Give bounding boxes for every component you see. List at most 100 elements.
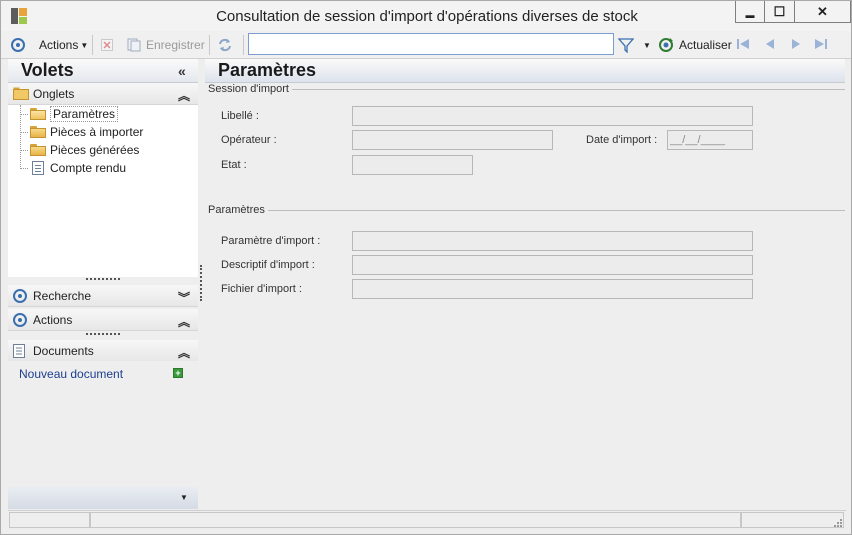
- tree-connector: [20, 168, 28, 169]
- tree-item-pieces-a-importer[interactable]: Pièces à importer: [30, 124, 143, 140]
- documents-label: Documents: [33, 344, 94, 358]
- status-cell: [9, 512, 90, 528]
- minimize-icon: ▬: [745, 9, 755, 20]
- operateur-field[interactable]: [352, 130, 553, 150]
- volets-title: Volets: [21, 60, 74, 80]
- onglets-section-header[interactable]: Onglets ︽: [8, 83, 198, 105]
- fichier-import-label: Fichier d'import :: [221, 283, 302, 295]
- save-label: Enregistrer: [146, 38, 205, 52]
- actions-label: Actions: [33, 313, 73, 327]
- title-bar: Consultation de session d'import d'opéra…: [1, 1, 851, 31]
- application-window: Consultation de session d'import d'opéra…: [0, 0, 852, 535]
- document-icon: [32, 161, 44, 175]
- etat-field[interactable]: [352, 155, 473, 175]
- delete-icon: [101, 39, 113, 51]
- target-icon: [11, 38, 25, 52]
- tree-item-pieces-generees[interactable]: Pièces générées: [30, 142, 139, 158]
- first-record-icon[interactable]: [736, 37, 750, 51]
- tree-connector: [20, 114, 28, 115]
- filter-button[interactable]: [618, 35, 634, 55]
- folder-icon: [13, 87, 29, 100]
- descriptif-import-label: Descriptif d'import :: [221, 259, 315, 271]
- actions-menu-label: Actions: [39, 38, 79, 52]
- caret-down-icon[interactable]: ▼: [180, 493, 188, 502]
- target-icon: [13, 313, 27, 327]
- window-controls: ▬ ☐ ✕: [735, 1, 851, 23]
- last-record-icon[interactable]: [814, 37, 828, 51]
- caret-down-icon: ▼: [643, 40, 651, 50]
- fichier-import-field[interactable]: [352, 279, 753, 299]
- tree-item-label: Compte rendu: [50, 161, 127, 175]
- params-group-title: Paramètres: [208, 204, 268, 216]
- target-icon: [13, 289, 27, 303]
- actions-section-header[interactable]: Actions ︽: [8, 309, 198, 331]
- status-bar: [8, 510, 846, 528]
- new-document-link[interactable]: Nouveau document: [19, 367, 123, 381]
- toolbar-separator: [209, 35, 210, 55]
- documents-section-header[interactable]: Documents ︽: [8, 340, 198, 362]
- close-icon: ✕: [817, 3, 828, 19]
- libelle-label: Libellé :: [221, 110, 259, 122]
- maximize-button[interactable]: ☐: [765, 1, 795, 23]
- status-cell: [741, 512, 844, 528]
- filter-dropdown-button[interactable]: ▼: [643, 35, 651, 55]
- descriptif-import-field[interactable]: [352, 255, 753, 275]
- folder-icon: [30, 126, 46, 138]
- panel-splitter[interactable]: [200, 265, 202, 301]
- recherche-section-header[interactable]: Recherche ︾: [8, 285, 198, 307]
- main-header: Paramètres: [205, 59, 845, 83]
- volets-panel: Volets « Onglets ︽ Paramètres Pièces à i…: [8, 59, 198, 511]
- group-divider: [208, 89, 845, 90]
- toolbar-separator: [92, 35, 93, 55]
- etat-label: Etat :: [221, 159, 247, 171]
- delete-button[interactable]: [101, 35, 113, 55]
- date-import-field[interactable]: __/__/____: [667, 130, 753, 150]
- tree-item-compte-rendu[interactable]: Compte rendu: [30, 160, 126, 176]
- collapse-panel-icon[interactable]: «: [178, 63, 186, 79]
- panel-overflow-strip: ▼: [8, 487, 198, 509]
- sync-icon: [219, 38, 231, 52]
- actualiser-button[interactable]: Actualiser: [658, 35, 732, 55]
- onglets-label: Onglets: [33, 87, 75, 101]
- close-button[interactable]: ✕: [795, 1, 851, 23]
- tree-connector: [20, 132, 28, 133]
- collapse-chevron-up-icon[interactable]: ︽: [178, 344, 190, 361]
- tree-item-label: Pièces générées: [50, 143, 140, 157]
- collapse-chevron-up-icon[interactable]: ︽: [178, 313, 190, 330]
- next-record-icon[interactable]: [789, 37, 803, 51]
- document-icon: [13, 344, 25, 358]
- actualiser-label: Actualiser: [679, 38, 732, 52]
- previous-record-icon[interactable]: [763, 37, 777, 51]
- maximize-icon: ☐: [773, 3, 786, 19]
- libelle-field[interactable]: [352, 106, 753, 126]
- caret-down-icon: ▼: [80, 40, 89, 50]
- filter-icon: [618, 38, 634, 53]
- main-content: Paramètres Session d'import Libellé : Op…: [205, 59, 845, 509]
- open-folder-icon: [30, 108, 46, 120]
- add-icon[interactable]: +: [173, 368, 183, 378]
- minimize-button[interactable]: ▬: [735, 1, 765, 23]
- save-button[interactable]: Enregistrer: [127, 35, 205, 55]
- resize-grip[interactable]: [86, 333, 120, 335]
- target-icon-button[interactable]: [11, 35, 25, 55]
- date-import-label: Date d'import :: [586, 134, 658, 146]
- tree-connector: [20, 150, 28, 151]
- toolbar-separator: [243, 35, 244, 55]
- resize-grip-icon[interactable]: [832, 517, 842, 527]
- recherche-label: Recherche: [33, 289, 92, 303]
- search-input[interactable]: [248, 33, 614, 55]
- collapse-chevron-up-icon[interactable]: ︽: [178, 87, 190, 104]
- refresh-small-button[interactable]: [217, 35, 233, 55]
- session-group-title: Session d'import: [208, 83, 292, 95]
- group-divider: [208, 210, 845, 211]
- parametre-import-field[interactable]: [352, 231, 753, 251]
- expand-chevron-down-icon[interactable]: ︾: [178, 289, 190, 306]
- tree-item-label: Pièces à importer: [50, 125, 144, 139]
- resize-grip[interactable]: [86, 278, 120, 280]
- documents-area: Nouveau document +: [8, 361, 198, 483]
- volets-header: Volets «: [8, 59, 198, 83]
- tree-item-parametres[interactable]: Paramètres: [30, 106, 119, 122]
- page-title: Paramètres: [218, 60, 317, 80]
- actions-menu-button[interactable]: Actions ▼: [39, 35, 88, 55]
- tree-item-label: Paramètres: [50, 106, 119, 122]
